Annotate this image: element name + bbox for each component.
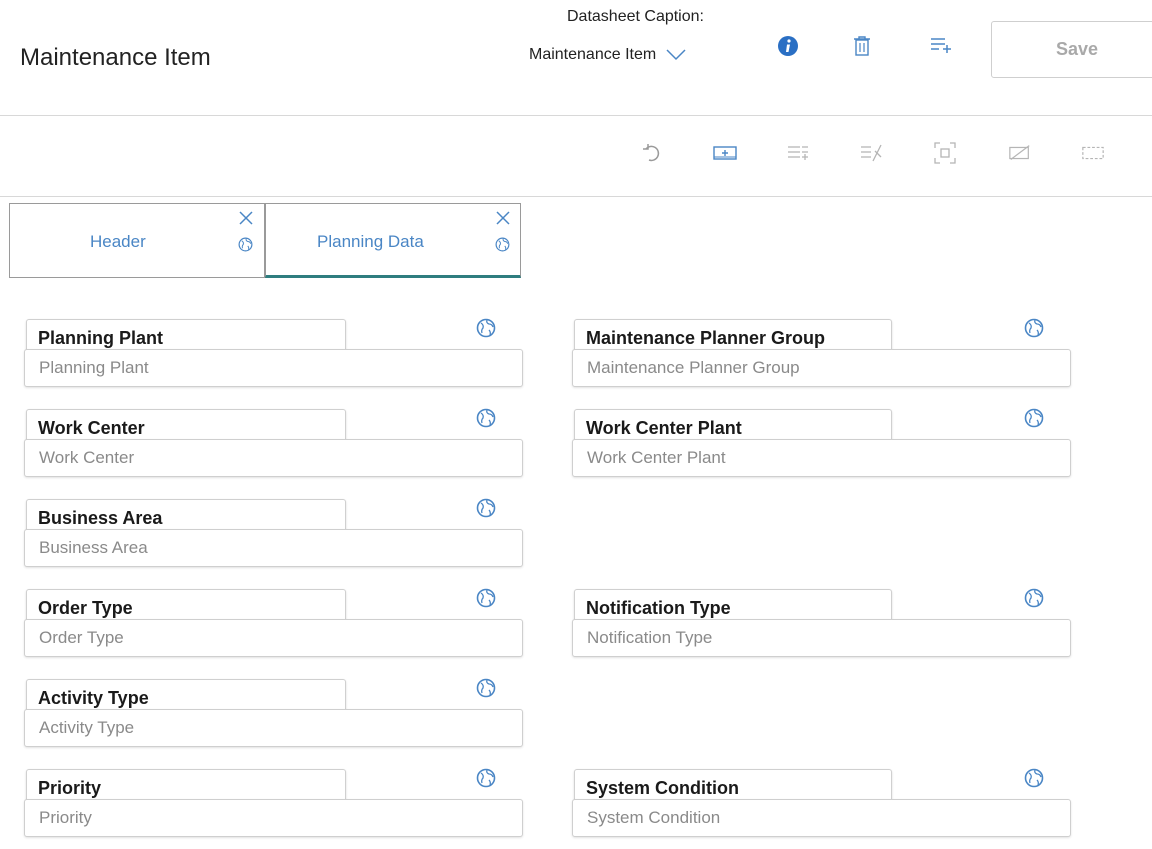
- globe-icon[interactable]: [1024, 588, 1044, 608]
- list-remove-icon[interactable]: [859, 141, 883, 165]
- tab-header-label: Header: [90, 232, 146, 251]
- field-label-work-center: Work Center: [38, 418, 145, 438]
- globe-icon[interactable]: [495, 237, 510, 252]
- notification-type-input[interactable]: [572, 619, 1071, 657]
- info-icon[interactable]: [776, 34, 800, 58]
- field-label-order-type: Order Type: [38, 598, 133, 618]
- add-list-icon[interactable]: [928, 34, 952, 58]
- list-add-icon[interactable]: [786, 141, 810, 165]
- field-label-system-condition: System Condition: [586, 778, 740, 798]
- field-label-notification-type: Notification Type: [586, 598, 731, 618]
- frame-icon[interactable]: [933, 141, 957, 165]
- page-header: Maintenance Item Datasheet Caption: Main…: [0, 0, 1152, 115]
- add-field-icon[interactable]: [713, 141, 737, 165]
- globe-icon[interactable]: [476, 588, 496, 608]
- priority-input[interactable]: [24, 799, 523, 837]
- delete-icon[interactable]: [850, 34, 874, 58]
- tab-header[interactable]: Header: [9, 203, 265, 278]
- close-icon[interactable]: [238, 210, 254, 226]
- maintenance-planner-group-input[interactable]: [572, 349, 1071, 387]
- page-title: Maintenance Item: [20, 44, 211, 71]
- globe-icon[interactable]: [476, 678, 496, 698]
- field-label-maintenance-planner-group: Maintenance Planner Group: [586, 328, 826, 348]
- work-center-plant-input[interactable]: [572, 439, 1071, 477]
- order-type-input[interactable]: [24, 619, 523, 657]
- activity-type-input[interactable]: [24, 709, 523, 747]
- business-area-input[interactable]: [24, 529, 523, 567]
- system-condition-input[interactable]: [572, 799, 1071, 837]
- hide-icon[interactable]: [1008, 141, 1032, 165]
- toolbar-divider: [0, 196, 1152, 197]
- close-icon[interactable]: [495, 210, 511, 226]
- header-divider: [0, 115, 1152, 116]
- field-label-work-center-plant: Work Center Plant: [586, 418, 742, 438]
- datasheet-caption-label: Datasheet Caption:: [567, 8, 704, 25]
- globe-icon[interactable]: [476, 318, 496, 338]
- planning-plant-input[interactable]: [24, 349, 523, 387]
- field-label-business-area: Business Area: [38, 508, 163, 528]
- border-icon[interactable]: [1081, 141, 1105, 165]
- globe-icon[interactable]: [238, 237, 253, 252]
- tab-planning-data-label: Planning Data: [317, 232, 424, 251]
- field-label-planning-plant: Planning Plant: [38, 328, 164, 348]
- undo-icon[interactable]: [640, 141, 664, 165]
- work-center-input[interactable]: [24, 439, 523, 477]
- globe-icon[interactable]: [476, 768, 496, 788]
- field-label-activity-type: Activity Type: [38, 688, 149, 708]
- globe-icon[interactable]: [476, 408, 496, 428]
- save-button[interactable]: Save: [991, 21, 1152, 78]
- globe-icon[interactable]: [1024, 318, 1044, 338]
- globe-icon[interactable]: [476, 498, 496, 518]
- chevron-down-icon: [666, 49, 686, 61]
- globe-icon[interactable]: [1024, 768, 1044, 788]
- field-label-priority: Priority: [38, 778, 102, 798]
- globe-icon[interactable]: [1024, 408, 1044, 428]
- datasheet-caption-dropdown[interactable]: Maintenance Item: [529, 46, 686, 64]
- datasheet-caption-value: Maintenance Item: [529, 46, 657, 63]
- tab-planning-data[interactable]: Planning Data: [265, 203, 521, 278]
